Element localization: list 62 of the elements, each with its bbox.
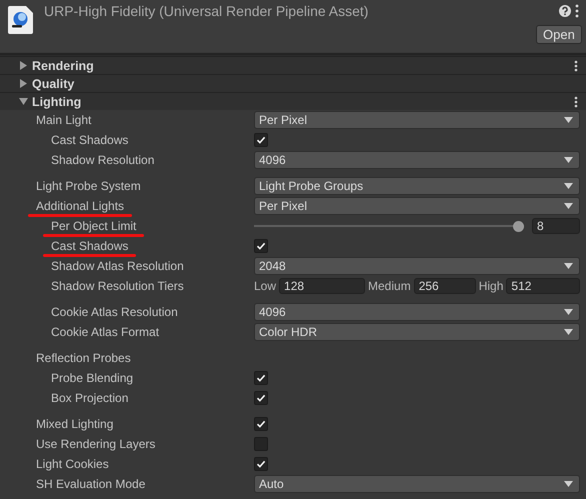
dropdown-caret-icon	[564, 263, 573, 269]
dropdown-caret-icon	[564, 481, 573, 487]
property-label: Shadow Atlas Resolution	[51, 259, 184, 273]
tier-label: Low	[254, 279, 276, 293]
help-icon[interactable]	[559, 5, 571, 17]
checkbox[interactable]	[254, 457, 268, 471]
dropdown-caret-icon	[564, 183, 573, 189]
asset-title: URP-High Fidelity (Universal Render Pipeline Asset)	[44, 3, 368, 19]
section-title: Quality	[32, 76, 76, 90]
number-field[interactable]: 128	[279, 278, 366, 294]
dropdown[interactable]: Auto	[254, 475, 580, 493]
property-label: Additional Lights	[36, 199, 124, 213]
dropdown[interactable]: 4096	[254, 303, 580, 321]
dropdown[interactable]: 2048	[254, 257, 580, 275]
dropdown[interactable]: Light Probe Groups	[254, 177, 580, 195]
checkbox[interactable]	[254, 417, 268, 431]
property-label: Main Light	[36, 113, 92, 127]
number-field[interactable]: 8	[532, 218, 580, 234]
property-label: Cast Shadows	[51, 239, 128, 253]
tier-label: Medium	[368, 279, 411, 293]
more-options-icon[interactable]	[574, 60, 578, 72]
more-options-icon[interactable]	[574, 96, 578, 108]
foldout-header[interactable]: Quality	[0, 74, 586, 92]
dropdown[interactable]: Color HDR	[254, 323, 580, 341]
section-title: Rendering	[32, 58, 95, 72]
property-label: Shadow Resolution Tiers	[51, 279, 184, 293]
asset-file-icon	[8, 6, 33, 34]
property-label: Mixed Lighting	[36, 417, 114, 431]
property-label: Cast Shadows	[51, 133, 128, 147]
checkbox[interactable]	[254, 391, 268, 405]
dropdown-caret-icon	[564, 329, 573, 335]
open-button[interactable]: Open	[536, 25, 582, 44]
property-label: Reflection Probes	[36, 351, 131, 365]
dropdown-caret-icon	[564, 309, 573, 315]
slider-thumb[interactable]	[513, 220, 524, 232]
dropdown[interactable]: Per Pixel	[254, 111, 580, 129]
property-label: Cookie Atlas Resolution	[51, 305, 178, 319]
section-title: Lighting	[32, 94, 82, 108]
dropdown[interactable]: Per Pixel	[254, 197, 580, 215]
property-label: Probe Blending	[51, 371, 134, 385]
property-label: Light Cookies	[36, 457, 109, 471]
property-label: SH Evaluation Mode	[36, 477, 146, 491]
dropdown-caret-icon	[564, 203, 573, 209]
checkbox[interactable]	[254, 239, 268, 253]
property-label: Use Rendering Layers	[36, 437, 156, 451]
property-label: Box Projection	[51, 391, 128, 405]
property-label: Cookie Atlas Format	[51, 325, 160, 339]
property-label: Light Probe System	[36, 179, 141, 193]
foldout-header[interactable]: Lighting	[0, 92, 586, 110]
number-field[interactable]: 512	[506, 278, 580, 294]
checkbox[interactable]	[254, 371, 268, 385]
dropdown-caret-icon	[564, 157, 573, 163]
checkbox[interactable]	[254, 133, 268, 147]
checkbox[interactable]	[254, 437, 268, 451]
tier-label: High	[478, 279, 504, 293]
dropdown[interactable]: 4096	[254, 151, 580, 169]
property-label: Shadow Resolution	[51, 153, 154, 167]
more-options-icon[interactable]	[574, 4, 580, 18]
dropdown-caret-icon	[564, 117, 573, 123]
foldout-header[interactable]: Rendering	[0, 56, 586, 74]
property-label: Per Object Limit	[51, 219, 136, 233]
number-field[interactable]: 256	[414, 278, 476, 294]
